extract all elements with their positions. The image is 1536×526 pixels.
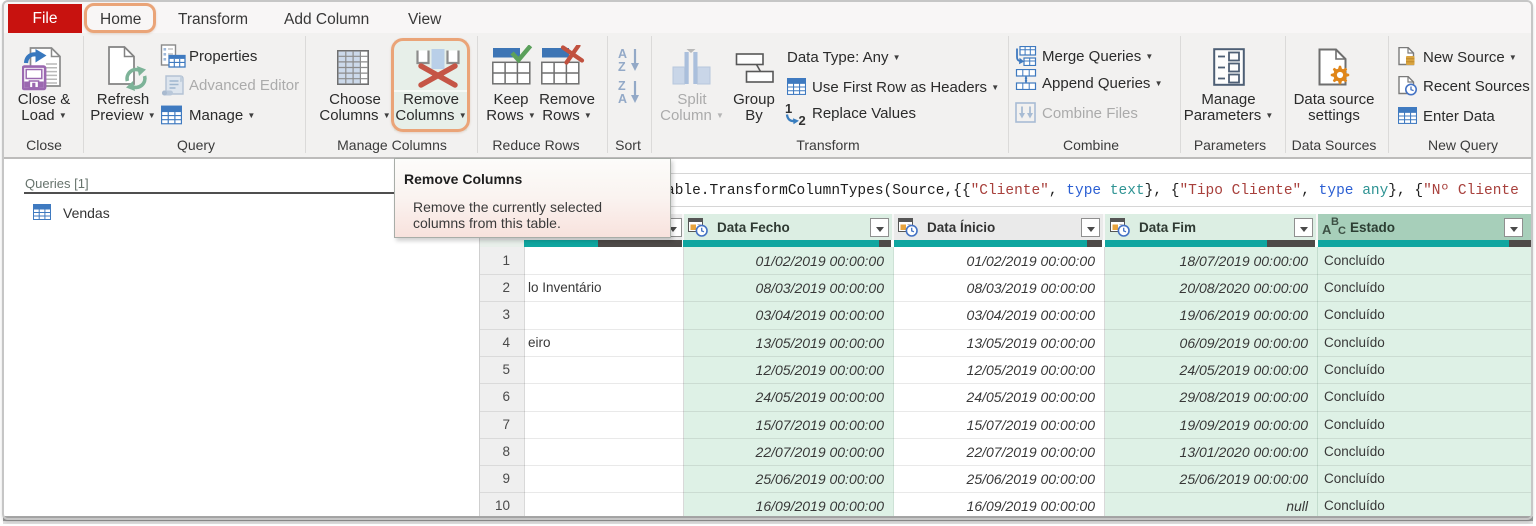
svg-text:Z: Z: [618, 79, 626, 93]
svg-text:A: A: [618, 92, 627, 106]
svg-text:A: A: [618, 47, 627, 61]
svg-text:2: 2: [799, 113, 806, 128]
svg-text:Z: Z: [618, 60, 626, 74]
svg-text:1: 1: [785, 102, 792, 116]
